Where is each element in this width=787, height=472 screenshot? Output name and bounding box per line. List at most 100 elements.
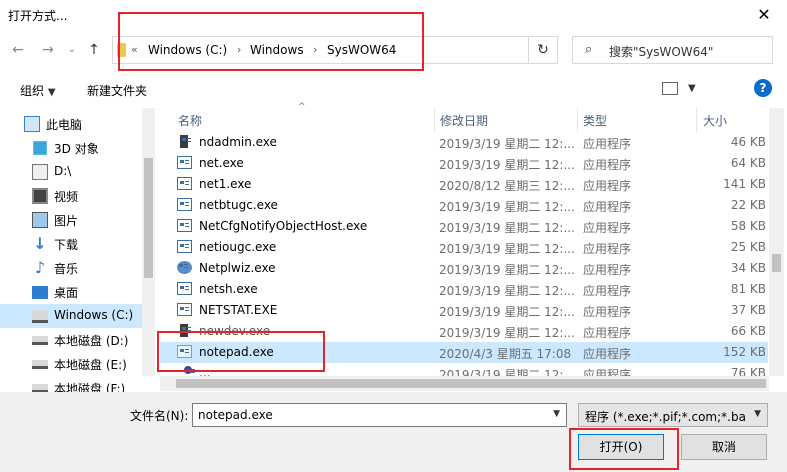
sidebar-item-label: 本地磁盘 (F:) xyxy=(54,382,126,392)
view-options-icon[interactable] xyxy=(662,82,678,95)
sort-ascending-icon: ^ xyxy=(298,102,306,112)
navigation-scrollbar[interactable] xyxy=(142,108,155,376)
file-size: 64 KB xyxy=(730,156,766,170)
file-name: net1.exe xyxy=(199,177,252,191)
sidebar-item-videos[interactable]: 视频 xyxy=(0,184,142,208)
file-name: net.exe xyxy=(199,156,244,170)
sidebar-item-local-disk-d[interactable]: 本地磁盘 (D:) xyxy=(0,328,142,352)
scrollbar-thumb[interactable] xyxy=(772,254,781,272)
file-date: 2019/3/19 星期二 12:... xyxy=(439,368,575,376)
file-row[interactable]: NETSTAT.EXE 2019/3/19 星期二 12:... 应用程序 37 KB xyxy=(160,300,768,321)
up-arrow-icon[interactable]: ↑ xyxy=(84,40,104,60)
sidebar-item-label: Windows (C:) xyxy=(54,308,134,322)
column-divider[interactable] xyxy=(577,108,578,132)
application-icon xyxy=(177,219,192,232)
preview-pane-icon[interactable] xyxy=(712,78,738,98)
file-row[interactable]: netbtugc.exe 2019/3/19 星期二 12:... 应用程序 22 K… xyxy=(160,195,768,216)
file-type: 应用程序 xyxy=(583,347,632,361)
forward-arrow-icon[interactable]: → xyxy=(38,40,58,60)
file-row-selected[interactable]: notepad.exe 2020/4/3 星期五 17:08 应用程序 152 KB xyxy=(160,342,768,363)
disk-icon xyxy=(32,384,48,392)
sidebar-item-this-pc[interactable]: 此电脑 xyxy=(0,112,142,136)
file-row[interactable]: net1.exe 2020/8/12 星期三 12:... 应用程序 141 KB xyxy=(160,174,768,195)
file-type: 应用程序 xyxy=(583,284,632,298)
column-divider[interactable] xyxy=(696,108,697,132)
drive-icon xyxy=(32,310,48,323)
scrollbar-thumb[interactable] xyxy=(144,158,153,278)
file-row[interactable]: Netplwiz.exe 2019/3/19 星期二 12:... 应用程序 34 K… xyxy=(160,258,768,279)
breadcrumb-item[interactable]: Windows (C:) xyxy=(148,43,227,57)
filename-input[interactable]: notepad.exe ▼ xyxy=(192,403,567,427)
file-name: netbtugc.exe xyxy=(199,198,278,212)
sidebar-item-desktop[interactable]: 桌面 xyxy=(0,280,142,304)
column-header-type[interactable]: 类型 xyxy=(583,112,607,129)
disk-icon xyxy=(32,360,48,369)
file-size: 66 KB xyxy=(730,324,766,338)
sidebar-item-windows-c[interactable]: Windows (C:) xyxy=(0,304,142,328)
sidebar-item-label: 图片 xyxy=(54,214,79,228)
navigation-pane: 此电脑 3D 对象 D:\ 视频 图片 ↓ 下载 ♪ 音乐 桌面 Windows… xyxy=(0,104,155,392)
scrollbar-thumb[interactable] xyxy=(176,379,766,388)
sidebar-item-downloads[interactable]: ↓ 下载 xyxy=(0,232,142,256)
refresh-icon[interactable]: ↻ xyxy=(528,36,558,64)
breadcrumb-item[interactable]: SysWOW64 xyxy=(327,43,396,57)
sidebar-item-local-disk-f[interactable]: 本地磁盘 (F:) xyxy=(0,376,142,392)
sidebar-item-label: 视频 xyxy=(54,190,79,204)
chevron-down-icon[interactable]: ▼ xyxy=(754,409,761,419)
sidebar-item-label: 3D 对象 xyxy=(54,142,99,156)
sidebar-item-3d-objects[interactable]: 3D 对象 xyxy=(0,136,142,160)
application-icon xyxy=(177,282,192,295)
sidebar-item-d-drive[interactable]: D:\ xyxy=(0,160,142,184)
file-row[interactable]: NetCfgNotifyObjectHost.exe 2019/3/19 星期二 … xyxy=(160,216,768,237)
file-name: netsh.exe xyxy=(199,282,258,296)
file-row[interactable]: newdev.exe 2019/3/19 星期二 12:... 应用程序 66 KB xyxy=(160,321,768,342)
download-icon: ↓ xyxy=(33,234,47,253)
folder-icon xyxy=(117,43,126,57)
application-icon xyxy=(180,324,191,337)
sidebar-item-label: 此电脑 xyxy=(46,118,83,132)
horizontal-scrollbar[interactable] xyxy=(160,376,769,391)
column-header-size[interactable]: 大小 xyxy=(703,112,727,129)
recent-locations-icon[interactable]: ⌄ xyxy=(62,40,82,60)
breadcrumb-item[interactable]: Windows xyxy=(250,43,304,57)
overflow-chevron-icon[interactable]: « xyxy=(131,43,138,56)
open-button[interactable]: 打开(O) xyxy=(578,434,664,460)
file-name: notepad.exe xyxy=(199,345,274,359)
cancel-button[interactable]: 取消 xyxy=(681,434,767,460)
new-folder-button[interactable]: 新建文件夹 xyxy=(87,82,147,99)
file-row[interactable]: ... 2019/3/19 星期二 12:... 应用程序 76 KB xyxy=(160,363,768,376)
sidebar-item-pictures[interactable]: 图片 xyxy=(0,208,142,232)
chevron-down-icon[interactable]: ▼ xyxy=(553,409,560,419)
filetype-select[interactable]: 程序 (*.exe;*.pif;*.com;*.bat;*. ▼ xyxy=(578,403,768,427)
file-row[interactable]: netsh.exe 2019/3/19 星期二 12:... 应用程序 81 KB xyxy=(160,279,768,300)
breadcrumb-separator-icon[interactable]: › xyxy=(237,43,241,56)
sidebar-item-label: 桌面 xyxy=(54,286,79,300)
file-date: 2019/3/19 星期二 12:... xyxy=(439,305,575,319)
file-type: 应用程序 xyxy=(583,263,632,277)
file-size: 25 KB xyxy=(730,240,766,254)
organize-menu[interactable]: 组织 ▼ xyxy=(20,82,56,99)
back-arrow-icon[interactable]: ← xyxy=(8,40,28,60)
sidebar-item-music[interactable]: ♪ 音乐 xyxy=(0,256,142,280)
column-header-date[interactable]: 修改日期 xyxy=(440,112,488,129)
sidebar-item-local-disk-e[interactable]: 本地磁盘 (E:) xyxy=(0,352,142,376)
application-icon xyxy=(177,177,192,190)
column-divider[interactable] xyxy=(434,108,435,132)
file-row[interactable]: net.exe 2019/3/19 星期二 12:... 应用程序 64 KB xyxy=(160,153,768,174)
file-row[interactable]: ndadmin.exe 2019/3/19 星期二 12:... 应用程序 46 KB xyxy=(160,132,768,153)
help-icon[interactable]: ? xyxy=(754,79,772,97)
close-icon[interactable]: ✕ xyxy=(741,0,787,30)
search-input[interactable]: 搜索"SysWOW64" xyxy=(609,43,713,60)
breadcrumb-separator-icon[interactable]: › xyxy=(313,43,317,56)
file-date: 2019/3/19 星期二 12:... xyxy=(439,326,575,340)
file-row[interactable]: netiougc.exe 2019/3/19 星期二 12:... 应用程序 25 K… xyxy=(160,237,768,258)
column-header-name[interactable]: 名称 xyxy=(178,112,202,129)
file-name: ndadmin.exe xyxy=(199,135,277,149)
search-box[interactable]: ⌕ 搜索"SysWOW64" xyxy=(572,36,773,64)
file-list-scrollbar[interactable] xyxy=(769,108,784,376)
file-date: 2019/3/19 星期二 12:... xyxy=(439,242,575,256)
view-dropdown-chevron-icon[interactable]: ▼ xyxy=(688,83,696,94)
file-size: 152 KB xyxy=(723,345,766,359)
file-type: 应用程序 xyxy=(583,368,632,376)
address-bar[interactable]: « Windows (C:) › Windows › SysWOW64 xyxy=(112,36,558,64)
